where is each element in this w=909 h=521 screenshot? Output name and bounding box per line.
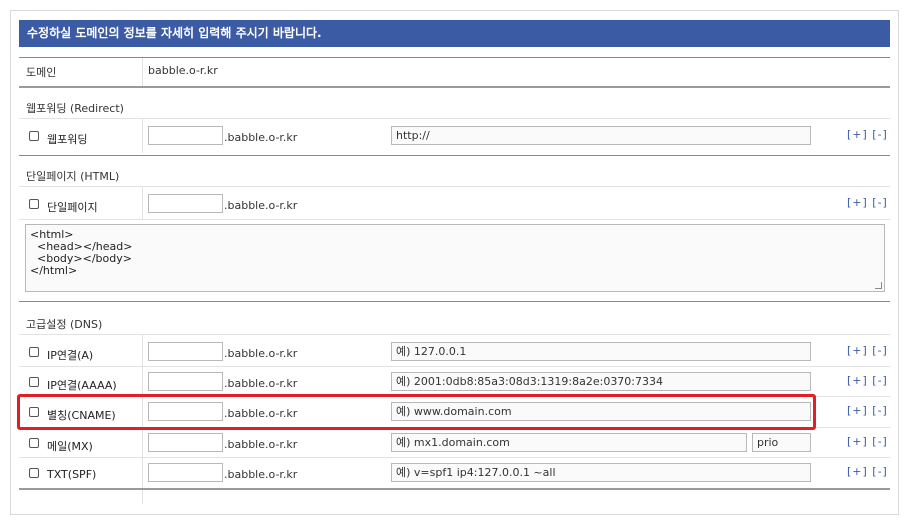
section-title-html: 단일페이지 (HTML) — [26, 170, 120, 183]
txt-record-label: TXT(SPF) — [47, 468, 97, 481]
mx-record-add-remove[interactable]: [+] [-] — [847, 435, 888, 448]
redirect-label: 웹포워딩 — [47, 133, 88, 146]
mx-record-domain-suffix: .babble.o-r.kr — [224, 438, 298, 451]
aaaa-record-add-remove[interactable]: [+] [-] — [847, 374, 888, 387]
resize-handle-icon[interactable] — [875, 282, 882, 289]
mx-record-value-input[interactable]: 예) mx1.domain.com — [391, 433, 747, 452]
a-record-host-input[interactable] — [148, 342, 223, 361]
divider — [19, 186, 890, 187]
a-record-value-input[interactable]: 예) 127.0.0.1 — [391, 342, 811, 361]
aaaa-record-host-input[interactable] — [148, 372, 223, 391]
divider — [19, 219, 890, 220]
html-checkbox[interactable] — [29, 199, 39, 209]
divider — [19, 86, 890, 88]
divider — [142, 58, 143, 86]
dns-row-mx: 메일(MX) .babble.o-r.kr 예) mx1.domain.com … — [19, 431, 890, 459]
divider — [19, 488, 890, 490]
a-record-checkbox[interactable] — [29, 347, 39, 357]
mx-record-host-input[interactable] — [148, 433, 223, 452]
aaaa-record-checkbox[interactable] — [29, 377, 39, 387]
divider — [19, 155, 890, 156]
page-header: 수정하실 도메인의 정보를 자세히 입력해 주시기 바랍니다. — [19, 20, 890, 47]
html-add-remove[interactable]: [+] [-] — [847, 196, 888, 209]
cname-record-add-remove[interactable]: [+] [-] — [847, 404, 888, 417]
section-title-dns: 고급설정 (DNS) — [26, 318, 103, 331]
cname-highlight-box — [17, 394, 816, 430]
divider — [19, 457, 890, 458]
redirect-row: 웹포워딩 .babble.o-r.kr http:// [+] [-] — [19, 124, 890, 152]
txt-record-value-input[interactable]: 예) v=spf1 ip4:127.0.0.1 ~all — [391, 463, 811, 482]
aaaa-record-domain-suffix: .babble.o-r.kr — [224, 377, 298, 390]
dns-row-txt: TXT(SPF) .babble.o-r.kr 예) v=spf1 ip4:12… — [19, 461, 890, 489]
aaaa-record-value-input[interactable]: 예) 2001:0db8:85a3:08d3:1319:8a2e:0370:73… — [391, 372, 811, 391]
redirect-add-remove[interactable]: [+] [-] — [847, 128, 888, 141]
txt-record-add-remove[interactable]: [+] [-] — [847, 465, 888, 478]
dns-row-a: IP연결(A) .babble.o-r.kr 예) 127.0.0.1 [+] … — [19, 340, 890, 368]
redirect-domain-suffix: .babble.o-r.kr — [224, 131, 298, 144]
divider — [19, 301, 890, 302]
divider — [142, 490, 143, 504]
html-editor-textarea[interactable]: <html> <head></head> <body></body> </htm… — [25, 224, 885, 292]
domain-value: babble.o-r.kr — [148, 64, 218, 77]
html-subdomain-input[interactable] — [148, 194, 223, 213]
mx-record-label: 메일(MX) — [47, 440, 93, 453]
html-editor-content: <html> <head></head> <body></body> </htm… — [30, 228, 133, 277]
mx-record-priority-input[interactable]: prio — [752, 433, 811, 452]
html-domain-suffix: .babble.o-r.kr — [224, 199, 298, 212]
divider — [19, 57, 890, 58]
divider — [19, 366, 890, 367]
redirect-url-input[interactable]: http:// — [391, 126, 811, 145]
redirect-subdomain-input[interactable] — [148, 126, 223, 145]
a-record-label: IP연결(A) — [47, 349, 94, 362]
html-row: 단일페이지 .babble.o-r.kr [+] [-] — [19, 192, 890, 220]
domain-label: 도메인 — [26, 66, 57, 79]
divider — [19, 118, 890, 119]
html-label: 단일페이지 — [47, 201, 98, 214]
a-record-add-remove[interactable]: [+] [-] — [847, 344, 888, 357]
txt-record-checkbox[interactable] — [29, 468, 39, 478]
txt-record-domain-suffix: .babble.o-r.kr — [224, 468, 298, 481]
aaaa-record-label: IP연결(AAAA) — [47, 379, 117, 392]
divider — [19, 334, 890, 335]
redirect-checkbox[interactable] — [29, 131, 39, 141]
mx-record-checkbox[interactable] — [29, 438, 39, 448]
a-record-domain-suffix: .babble.o-r.kr — [224, 347, 298, 360]
section-title-redirect: 웹포워딩 (Redirect) — [26, 102, 124, 115]
txt-record-host-input[interactable] — [148, 463, 223, 482]
